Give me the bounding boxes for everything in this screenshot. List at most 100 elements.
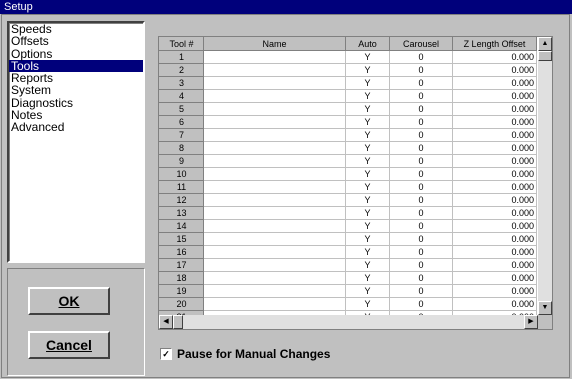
z-offset-cell[interactable]: 0.000 [452,76,537,90]
auto-cell[interactable]: Y [345,76,390,90]
table-row[interactable]: 19 Y 0 0.000 [159,284,537,298]
z-offset-cell[interactable]: 0.000 [452,154,537,168]
tool-name-cell[interactable] [203,245,346,259]
table-row[interactable]: 14 Y 0 0.000 [159,219,537,233]
auto-cell[interactable]: Y [345,89,390,103]
carousel-cell[interactable]: 0 [389,258,453,272]
auto-cell[interactable]: Y [345,258,390,272]
tool-name-cell[interactable] [203,128,346,142]
column-header[interactable]: Z Length Offset [452,37,537,51]
carousel-cell[interactable]: 0 [389,232,453,246]
table-row[interactable]: 6 Y 0 0.000 [159,115,537,129]
auto-cell[interactable]: Y [345,180,390,194]
tool-name-cell[interactable] [203,141,346,155]
category-item-offsets[interactable]: Offsets [9,35,143,48]
horizontal-scrollbar[interactable]: ◀ ▶ [159,315,538,329]
table-row[interactable]: 10 Y 0 0.000 [159,167,537,181]
column-header[interactable]: Auto [345,37,390,51]
ok-button[interactable]: OK [28,287,110,315]
z-offset-cell[interactable]: 0.000 [452,193,537,207]
tool-name-cell[interactable] [203,193,346,207]
vertical-scrollbar[interactable]: ▲ ▼ [538,37,552,315]
table-row[interactable]: 17 Y 0 0.000 [159,258,537,272]
z-offset-cell[interactable]: 0.000 [452,102,537,116]
tool-name-cell[interactable] [203,63,346,77]
column-header[interactable]: Tool # [159,37,204,51]
carousel-cell[interactable]: 0 [389,284,453,298]
tool-name-cell[interactable] [203,50,346,64]
tools-grid[interactable]: Tool # Name Auto Carousel Z Length Offset 1 Y… [158,36,553,330]
vertical-scroll-thumb[interactable] [538,51,552,61]
z-offset-cell[interactable]: 0.000 [452,141,537,155]
auto-cell[interactable]: Y [345,115,390,129]
z-offset-cell[interactable]: 0.000 [452,89,537,103]
carousel-cell[interactable]: 0 [389,193,453,207]
category-item-system[interactable]: System [9,84,143,97]
tool-name-cell[interactable] [203,206,346,220]
z-offset-cell[interactable]: 0.000 [452,271,537,285]
carousel-cell[interactable]: 0 [389,50,453,64]
z-offset-cell[interactable]: 0.000 [452,115,537,129]
carousel-cell[interactable]: 0 [389,245,453,259]
z-offset-cell[interactable]: 0.000 [452,128,537,142]
pause-checkbox[interactable]: ✓ [160,348,172,360]
carousel-cell[interactable]: 0 [389,271,453,285]
tool-name-cell[interactable] [203,180,346,194]
carousel-cell[interactable]: 0 [389,141,453,155]
tool-name-cell[interactable] [203,76,346,90]
table-row[interactable]: 7 Y 0 0.000 [159,128,537,142]
scroll-up-icon[interactable]: ▲ [538,37,552,51]
carousel-cell[interactable]: 0 [389,128,453,142]
z-offset-cell[interactable]: 0.000 [452,219,537,233]
auto-cell[interactable]: Y [345,297,390,311]
tool-name-cell[interactable] [203,167,346,181]
carousel-cell[interactable]: 0 [389,102,453,116]
auto-cell[interactable]: Y [345,193,390,207]
table-row[interactable]: 20 Y 0 0.000 [159,297,537,311]
carousel-cell[interactable]: 0 [389,219,453,233]
column-header[interactable]: Carousel [389,37,453,51]
z-offset-cell[interactable]: 0.000 [452,206,537,220]
table-row[interactable]: 18 Y 0 0.000 [159,271,537,285]
scroll-left-icon[interactable]: ◀ [159,315,173,329]
table-row[interactable]: 13 Y 0 0.000 [159,206,537,220]
auto-cell[interactable]: Y [345,50,390,64]
table-row[interactable]: 15 Y 0 0.000 [159,232,537,246]
auto-cell[interactable]: Y [345,154,390,168]
auto-cell[interactable]: Y [345,271,390,285]
horizontal-scroll-thumb[interactable] [173,315,183,329]
auto-cell[interactable]: Y [345,284,390,298]
carousel-cell[interactable]: 0 [389,206,453,220]
carousel-cell[interactable]: 0 [389,89,453,103]
table-row[interactable]: 4 Y 0 0.000 [159,89,537,103]
auto-cell[interactable]: Y [345,63,390,77]
z-offset-cell[interactable]: 0.000 [452,167,537,181]
auto-cell[interactable]: Y [345,219,390,233]
carousel-cell[interactable]: 0 [389,76,453,90]
category-list[interactable]: Speeds Offsets Options Tools Reports System Di… [7,21,145,263]
tool-name-cell[interactable] [203,284,346,298]
table-row[interactable]: 1 Y 0 0.000 [159,50,537,64]
carousel-cell[interactable]: 0 [389,63,453,77]
z-offset-cell[interactable]: 0.000 [452,180,537,194]
table-row[interactable]: 2 Y 0 0.000 [159,63,537,77]
tool-name-cell[interactable] [203,297,346,311]
auto-cell[interactable]: Y [345,141,390,155]
auto-cell[interactable]: Y [345,206,390,220]
table-row[interactable]: 16 Y 0 0.000 [159,245,537,259]
tool-name-cell[interactable] [203,271,346,285]
table-row[interactable]: 3 Y 0 0.000 [159,76,537,90]
pause-option[interactable]: ✓ Pause for Manual Changes [160,347,330,361]
z-offset-cell[interactable]: 0.000 [452,297,537,311]
auto-cell[interactable]: Y [345,128,390,142]
carousel-cell[interactable]: 0 [389,167,453,181]
z-offset-cell[interactable]: 0.000 [452,232,537,246]
table-row[interactable]: 9 Y 0 0.000 [159,154,537,168]
tool-name-cell[interactable] [203,232,346,246]
z-offset-cell[interactable]: 0.000 [452,245,537,259]
carousel-cell[interactable]: 0 [389,180,453,194]
category-item-advanced[interactable]: Advanced [9,121,143,134]
auto-cell[interactable]: Y [345,232,390,246]
table-row[interactable]: 12 Y 0 0.000 [159,193,537,207]
auto-cell[interactable]: Y [345,102,390,116]
